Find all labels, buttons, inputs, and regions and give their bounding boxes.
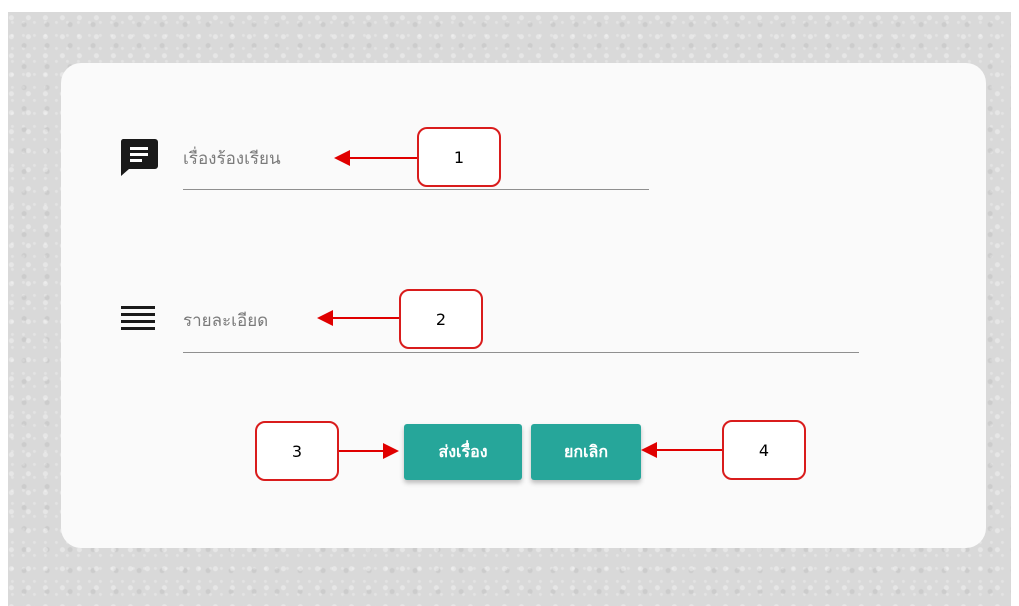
annotation-callout-1: 1	[417, 127, 501, 187]
subject-placeholder: เรื่องร้องเรียน	[183, 149, 281, 169]
annotation-callout-2: 2	[399, 289, 483, 349]
subject-input[interactable]: เรื่องร้องเรียน	[183, 144, 649, 190]
menu-icon	[121, 306, 155, 334]
detail-input[interactable]: รายละเอียด	[183, 306, 859, 353]
submit-button[interactable]: ส่งเรื่อง	[404, 424, 522, 480]
annotation-callout-4: 4	[722, 420, 806, 480]
chat-icon	[120, 138, 158, 176]
detail-placeholder: รายละเอียด	[183, 311, 269, 331]
annotation-callout-3: 3	[255, 421, 339, 481]
cancel-button[interactable]: ยกเลิก	[531, 424, 641, 480]
